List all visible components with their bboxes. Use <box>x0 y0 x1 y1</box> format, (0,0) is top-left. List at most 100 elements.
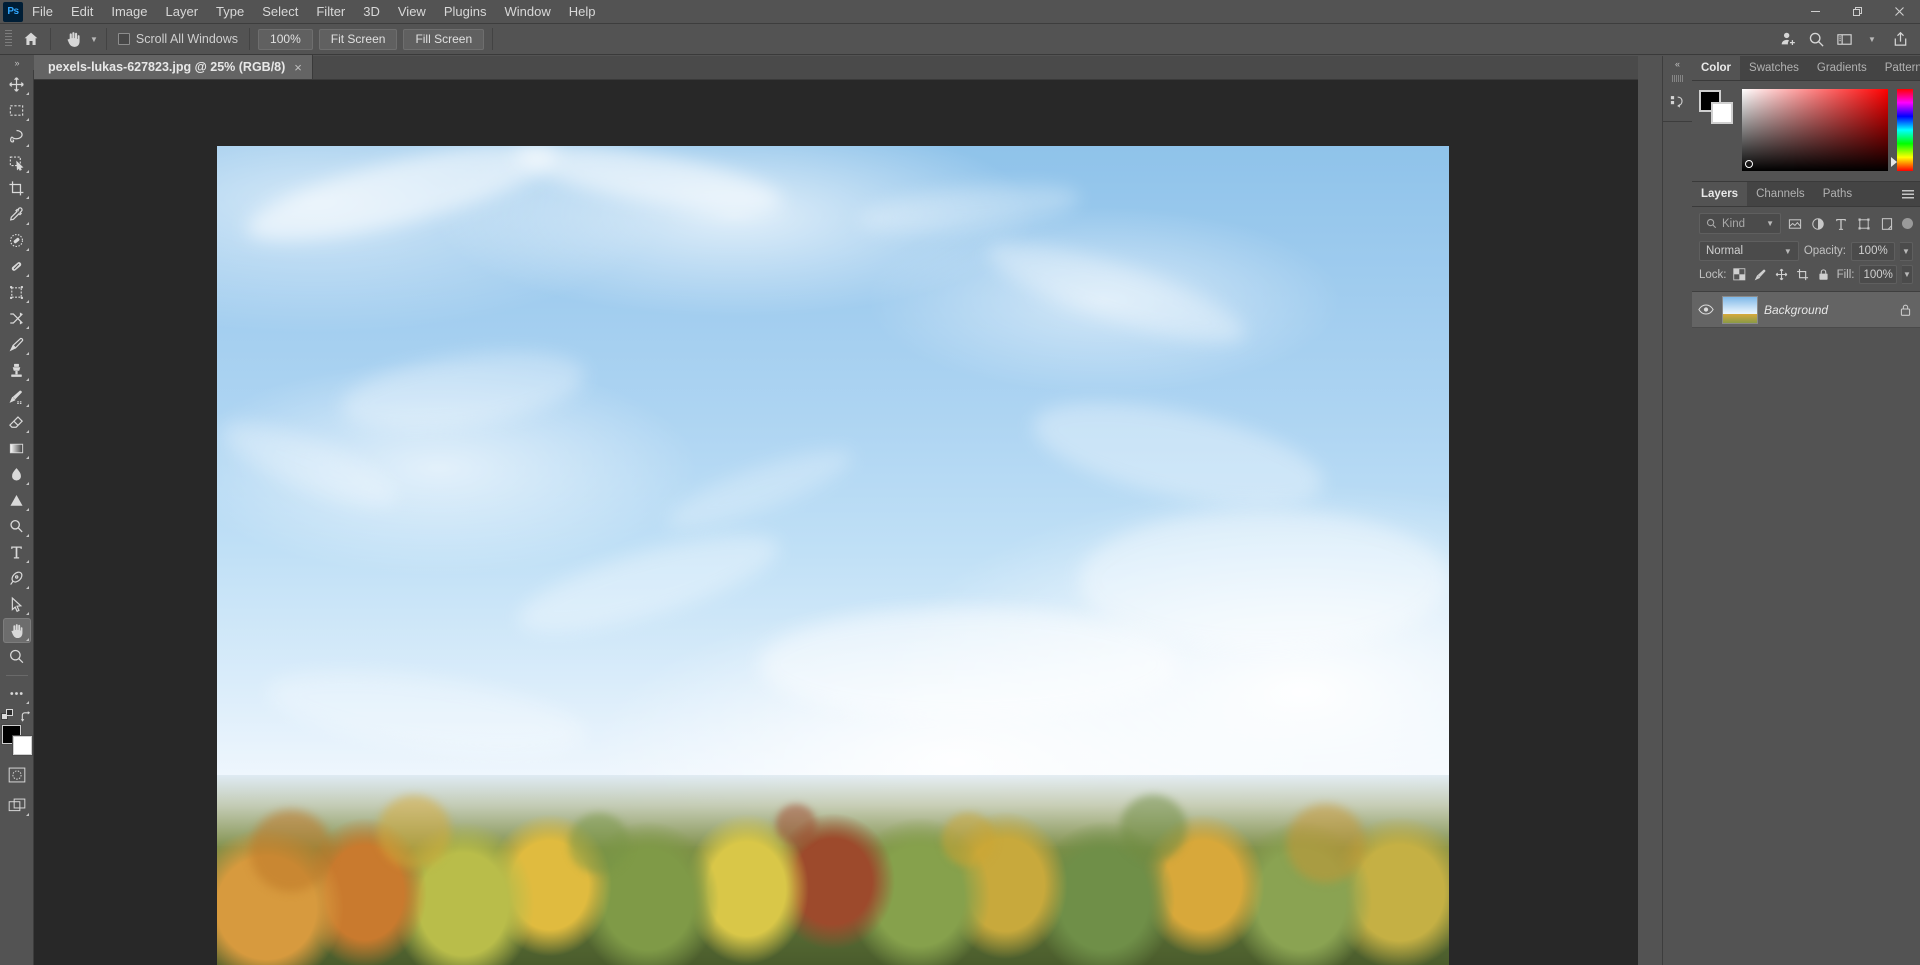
type-tool[interactable] <box>3 540 31 565</box>
zoom-tool[interactable] <box>3 644 31 669</box>
menu-plugins[interactable]: Plugins <box>435 0 496 24</box>
workspace-icon[interactable] <box>1830 27 1858 51</box>
eye-icon[interactable] <box>1696 303 1716 316</box>
tab-swatches[interactable]: Swatches <box>1740 56 1808 80</box>
lock-position-icon[interactable] <box>1774 265 1790 284</box>
pen-tool[interactable] <box>3 514 31 539</box>
menu-view[interactable]: View <box>389 0 435 24</box>
menu-file[interactable]: File <box>23 0 62 24</box>
lock-artboard-icon[interactable] <box>1795 265 1811 284</box>
scroll-all-windows-checkbox[interactable]: Scroll All Windows <box>112 32 244 46</box>
menu-help[interactable]: Help <box>560 0 605 24</box>
edit-toolbar-tool[interactable] <box>3 681 31 706</box>
tab-gradients[interactable]: Gradients <box>1808 56 1876 80</box>
smart-object-icon[interactable] <box>1877 214 1896 233</box>
menu-layer[interactable]: Layer <box>157 0 208 24</box>
menu-type[interactable]: Type <box>207 0 253 24</box>
tab-patterns[interactable]: Patterns <box>1876 56 1920 80</box>
opacity-stepper[interactable]: ▼ <box>1900 241 1913 261</box>
default-colors-icon[interactable] <box>0 709 15 723</box>
shape-layers-icon[interactable] <box>1854 214 1873 233</box>
chevron-down-icon[interactable]: ▼ <box>1784 247 1792 256</box>
background-color-swatch[interactable] <box>12 736 32 755</box>
background-color-swatch[interactable] <box>1711 102 1733 124</box>
eraser-tool[interactable] <box>3 410 31 435</box>
panel-menu-icon[interactable] <box>1896 182 1920 206</box>
quick-mask-icon[interactable] <box>3 762 31 787</box>
color-picker-field[interactable] <box>1742 89 1888 171</box>
frame-tool[interactable] <box>3 280 31 305</box>
menu-edit[interactable]: Edit <box>62 0 102 24</box>
share-export-icon[interactable] <box>1886 27 1914 51</box>
object-selection-tool[interactable] <box>3 150 31 175</box>
blur-tool[interactable] <box>3 462 31 487</box>
crop-tool[interactable] <box>3 176 31 201</box>
document-tab[interactable]: pexels-lukas-627823.jpg @ 25% (RGB/8) × <box>34 55 313 79</box>
document-image[interactable] <box>217 146 1449 965</box>
minimize-button[interactable] <box>1794 0 1836 24</box>
lock-all-icon[interactable] <box>1816 265 1832 284</box>
layer-thumbnail[interactable] <box>1722 295 1758 324</box>
options-bar-grip[interactable] <box>3 30 13 48</box>
adjustment-layers-icon[interactable] <box>1808 214 1827 233</box>
lock-transparent-pixels-icon[interactable] <box>1732 265 1748 284</box>
expand-toolbar-arrows[interactable]: » <box>0 56 34 70</box>
layer-name[interactable]: Background <box>1764 303 1828 317</box>
clone-stamp-tool[interactable] <box>3 358 31 383</box>
tool-preset-picker[interactable]: ▼ <box>56 27 101 51</box>
lasso-tool[interactable] <box>3 124 31 149</box>
chevron-down-icon[interactable]: ▼ <box>1766 219 1774 228</box>
filter-toggle-switch[interactable] <box>1902 218 1913 229</box>
share-user-icon[interactable] <box>1774 27 1802 51</box>
table-row[interactable]: Background <box>1692 292 1920 328</box>
history-brush-tool[interactable] <box>3 384 31 409</box>
fill-value[interactable]: 100% <box>1859 265 1897 284</box>
move-tool[interactable] <box>3 72 31 97</box>
tab-color[interactable]: Color <box>1692 56 1741 80</box>
hue-slider-marker[interactable] <box>1891 157 1897 167</box>
menu-image[interactable]: Image <box>102 0 156 24</box>
collapse-panels-arrows[interactable]: « <box>1663 56 1693 72</box>
restore-button[interactable] <box>1836 0 1878 24</box>
path-pen-tool[interactable] <box>3 566 31 591</box>
canvas-area[interactable] <box>34 80 1638 965</box>
hand-tool-icon[interactable] <box>59 27 87 51</box>
spot-healing-brush-tool[interactable] <box>3 228 31 253</box>
tab-paths[interactable]: Paths <box>1814 182 1861 206</box>
tab-layers[interactable]: Layers <box>1692 182 1748 206</box>
type-layers-icon[interactable] <box>1831 214 1850 233</box>
rectangular-marquee-tool[interactable] <box>3 98 31 123</box>
menu-3d[interactable]: 3D <box>354 0 389 24</box>
layer-filter-kind-select[interactable]: Kind ▼ <box>1699 213 1781 234</box>
lock-icon[interactable] <box>1899 303 1912 317</box>
eyedropper-tool[interactable] <box>3 202 31 227</box>
brush-tool[interactable] <box>3 332 31 357</box>
lock-image-pixels-icon[interactable] <box>1753 265 1769 284</box>
opacity-value[interactable]: 100% <box>1851 241 1895 261</box>
patch-tool[interactable] <box>3 254 31 279</box>
fill-screen-button[interactable]: Fill Screen <box>403 28 485 50</box>
dock-grip[interactable] <box>1670 74 1685 83</box>
chevron-down-icon[interactable]: ▼ <box>90 35 98 44</box>
menu-filter[interactable]: Filter <box>307 0 354 24</box>
swap-colors-icon[interactable] <box>20 710 33 723</box>
zoom-100-button[interactable]: 100% <box>258 28 313 50</box>
color-picker-marker[interactable] <box>1745 160 1753 168</box>
hue-slider[interactable] <box>1891 89 1913 171</box>
fill-stepper[interactable]: ▼ <box>1901 265 1913 284</box>
fit-screen-button[interactable]: Fit Screen <box>318 28 398 50</box>
checkbox-box[interactable] <box>117 33 130 45</box>
tab-channels[interactable]: Channels <box>1747 182 1814 206</box>
screen-mode-icon[interactable] <box>3 793 31 818</box>
path-selection-tool[interactable] <box>3 592 31 617</box>
gradient-tool[interactable] <box>3 436 31 461</box>
blend-mode-select[interactable]: Normal ▼ <box>1699 241 1799 261</box>
shuffle-tool[interactable] <box>3 306 31 331</box>
close-icon[interactable]: × <box>294 60 302 75</box>
menu-window[interactable]: Window <box>495 0 559 24</box>
chevron-down-icon[interactable]: ▼ <box>1858 27 1886 51</box>
history-panel-icon[interactable] <box>1664 87 1692 117</box>
menu-select[interactable]: Select <box>253 0 307 24</box>
hand-tool[interactable] <box>2 618 31 643</box>
close-button[interactable] <box>1878 0 1920 24</box>
